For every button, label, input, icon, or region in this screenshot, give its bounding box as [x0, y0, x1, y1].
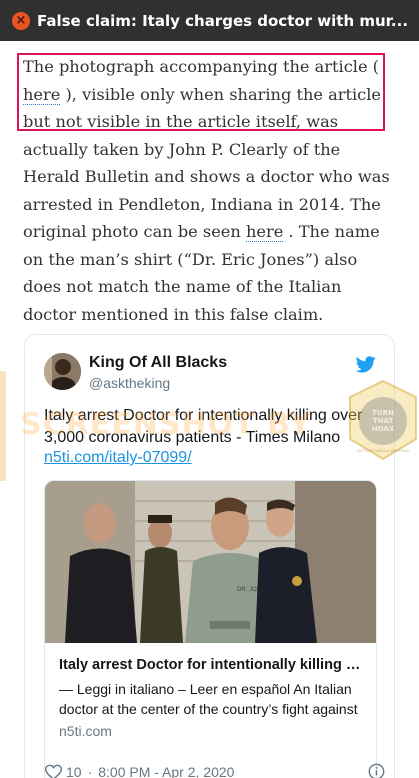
heart-icon[interactable] — [45, 764, 62, 778]
watermark-edge — [0, 371, 6, 481]
embedded-tweet[interactable]: King Of All Blacks @asktheking Italy arr… — [24, 334, 395, 778]
source-link-1[interactable]: here — [23, 84, 61, 105]
info-icon[interactable] — [368, 763, 385, 778]
window-title: False claim: Italy charges doctor with m… — [37, 11, 409, 30]
card-title[interactable]: Italy arrest Doctor for intentionally ki… — [59, 657, 364, 673]
card-image: DR. JONES — [45, 481, 376, 643]
paragraph-text-start: The photograph accompanying the article … — [23, 57, 379, 76]
title-bar: × False claim: Italy charges doctor with… — [0, 0, 419, 42]
tweet-display-name[interactable]: King Of All Blacks — [89, 354, 227, 372]
like-count[interactable]: 10 — [66, 764, 82, 778]
source-link-2[interactable]: here — [245, 222, 284, 242]
tweet-timestamp[interactable]: 8:00 PM - Apr 2, 2020 — [98, 764, 234, 778]
avatar-image — [44, 353, 81, 390]
close-icon: × — [15, 13, 27, 28]
paragraph-text-middle: ), visible only when sharing the article… — [23, 84, 390, 242]
tweet-link[interactable]: n5ti.com/italy-07099/ — [44, 449, 192, 467]
card-domain: n5ti.com — [59, 723, 112, 739]
close-button[interactable]: × — [12, 11, 30, 30]
footer-separator: · — [87, 764, 93, 778]
avatar[interactable] — [44, 353, 81, 390]
link-card[interactable]: DR. JONES Italy arrest Doctor for intent… — [44, 480, 377, 778]
article-paragraph: The photograph accompanying the article … — [23, 53, 395, 328]
card-description: — Leggi in italiano – Leer en español An… — [59, 681, 358, 717]
browser-window: × False claim: Italy charges doctor with… — [0, 0, 419, 778]
twitter-bird-icon[interactable] — [356, 356, 376, 373]
article-content: The photograph accompanying the article … — [0, 41, 419, 778]
tweet-handle[interactable]: @asktheking — [89, 375, 170, 391]
tweet-footer: 10 · 8:00 PM - Apr 2, 2020 — [45, 762, 385, 778]
tweet-text: Italy arrest Doctor for intentionally ki… — [44, 407, 363, 446]
